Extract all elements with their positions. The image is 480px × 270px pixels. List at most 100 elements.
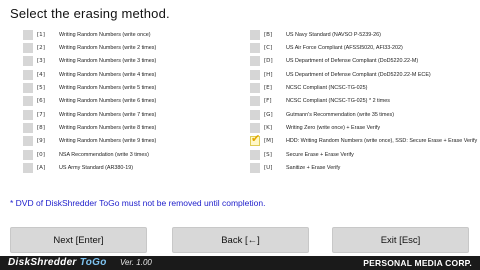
erase-option[interactable]: [8] Writing Random Numbers (write 8 times… bbox=[23, 121, 156, 134]
option-key: [8] bbox=[37, 125, 45, 132]
company-name: PERSONAL MEDIA CORP. bbox=[363, 258, 472, 268]
option-label: NCSC Compliant (NCSC-TG-025) bbox=[286, 85, 368, 92]
brand-accent: ToGo bbox=[79, 257, 107, 268]
option-label: US Department of Defense Compliant (DoD5… bbox=[286, 58, 419, 65]
option-key: [7] bbox=[37, 111, 45, 118]
erase-option[interactable]: [A] US Army Standard (AR380-19) bbox=[23, 161, 156, 174]
option-checkbox[interactable] bbox=[250, 109, 260, 120]
version-label: Ver. 1.00 bbox=[120, 258, 152, 267]
option-label: NCSC Compliant (NCSC-TG-025) * 2 times bbox=[286, 98, 390, 105]
option-checkbox[interactable] bbox=[250, 83, 260, 94]
option-checkbox[interactable] bbox=[23, 123, 33, 134]
erase-option[interactable]: [S] Secure Erase + Erase Verify bbox=[250, 148, 477, 161]
check-icon: ✔ bbox=[251, 133, 261, 146]
option-label: Writing Random Numbers (write 9 times) bbox=[59, 138, 157, 145]
option-key: [K] bbox=[264, 125, 273, 132]
erase-option[interactable]: [3] Writing Random Numbers (write 3 times… bbox=[23, 55, 156, 68]
option-key: [C] bbox=[264, 45, 273, 52]
completion-note: * DVD of DiskShredder ToGo must not be r… bbox=[10, 198, 266, 208]
erase-option[interactable]: [B] US Navy Standard (NAVSO P-5239-26) bbox=[250, 28, 477, 41]
option-checkbox[interactable] bbox=[250, 149, 260, 160]
erase-option[interactable]: [D] US Department of Defense Compliant (D… bbox=[250, 55, 477, 68]
option-key: [4] bbox=[37, 71, 45, 78]
option-key: [3] bbox=[37, 58, 45, 65]
erase-option[interactable]: [0] NSA Recommendation (write 3 times) bbox=[23, 148, 156, 161]
option-label: Writing Random Numbers (write 2 times) bbox=[59, 45, 157, 52]
erase-option[interactable]: [K] Writing Zero (write once) + Erase Ver… bbox=[250, 121, 477, 134]
option-checkbox[interactable] bbox=[23, 29, 33, 40]
option-key: [F] bbox=[264, 98, 272, 105]
page-title: Select the erasing method. bbox=[10, 6, 170, 21]
erase-option[interactable]: [9] Writing Random Numbers (write 9 times… bbox=[23, 135, 156, 148]
option-label: Writing Random Numbers (write 7 times) bbox=[59, 111, 157, 118]
erase-option[interactable]: [4] Writing Random Numbers (write 4 times… bbox=[23, 68, 156, 81]
option-checkbox[interactable] bbox=[23, 136, 33, 147]
option-key: [0] bbox=[37, 151, 45, 158]
option-label: HDD: Writing Random Numbers (write once)… bbox=[286, 138, 478, 145]
erase-option[interactable]: [1] Writing Random Numbers (write once) bbox=[23, 28, 156, 41]
next-button[interactable]: Next [Enter] bbox=[10, 227, 147, 253]
option-label: NSA Recommendation (write 3 times) bbox=[59, 151, 149, 158]
option-label: Writing Random Numbers (write 4 times) bbox=[59, 71, 157, 78]
option-label: Writing Random Numbers (write once) bbox=[59, 31, 151, 38]
erase-option[interactable]: [F] NCSC Compliant (NCSC-TG-025) * 2 time… bbox=[250, 95, 477, 108]
option-label: Writing Random Numbers (write 3 times) bbox=[59, 58, 157, 65]
option-key: [2] bbox=[37, 45, 45, 52]
option-checkbox[interactable] bbox=[23, 149, 33, 160]
erase-option[interactable]: [5] Writing Random Numbers (write 5 times… bbox=[23, 81, 156, 94]
option-checkbox[interactable] bbox=[23, 163, 33, 174]
option-key: [B] bbox=[264, 31, 273, 38]
option-key: [5] bbox=[37, 85, 45, 92]
option-checkbox[interactable] bbox=[250, 163, 260, 174]
option-label: Secure Erase + Erase Verify bbox=[286, 151, 354, 158]
option-label: Writing Random Numbers (write 6 times) bbox=[59, 98, 157, 105]
option-label: Writing Random Numbers (write 8 times) bbox=[59, 125, 157, 132]
brand-logo: DiskShredder ToGo bbox=[8, 257, 107, 268]
erase-option[interactable]: [C] US Air Force Compliant (AFSSI5020, AF… bbox=[250, 41, 477, 54]
option-checkbox[interactable] bbox=[23, 109, 33, 120]
option-checkbox[interactable] bbox=[250, 69, 260, 80]
option-checkbox[interactable] bbox=[250, 29, 260, 40]
option-key: [A] bbox=[37, 165, 46, 172]
option-checkbox[interactable]: ✔ bbox=[250, 133, 261, 147]
options-right-column: [B] US Navy Standard (NAVSO P-5239-26) [C]… bbox=[250, 28, 477, 175]
option-label: Sanitize + Erase Verify bbox=[286, 165, 341, 172]
option-key: [9] bbox=[37, 138, 45, 145]
option-label: US Air Force Compliant (AFSSI5020, AFI33… bbox=[286, 45, 403, 52]
erase-option[interactable]: [6] Writing Random Numbers (write 6 times… bbox=[23, 95, 156, 108]
option-label: US Department of Defense Compliant (DoD5… bbox=[286, 71, 431, 78]
footer-bar: DiskShredder ToGo Ver. 1.00 PERSONAL MED… bbox=[0, 256, 480, 270]
option-key: [1] bbox=[37, 31, 45, 38]
option-key: [U] bbox=[264, 165, 273, 172]
erase-option[interactable]: [H] US Department of Defense Compliant (D… bbox=[250, 68, 477, 81]
option-checkbox[interactable] bbox=[250, 56, 260, 67]
option-checkbox[interactable] bbox=[23, 69, 33, 80]
erase-option[interactable]: [2] Writing Random Numbers (write 2 times… bbox=[23, 41, 156, 54]
option-label: Writing Zero (write once) + Erase Verify bbox=[286, 125, 381, 132]
option-checkbox[interactable] bbox=[23, 43, 33, 54]
option-key: [6] bbox=[37, 98, 45, 105]
option-label: Writing Random Numbers (write 5 times) bbox=[59, 85, 157, 92]
option-label: Gutmann's Recommendation (write 35 times… bbox=[286, 111, 394, 118]
erase-option[interactable]: [7] Writing Random Numbers (write 7 times… bbox=[23, 108, 156, 121]
option-checkbox[interactable] bbox=[23, 96, 33, 107]
options-left-column: [1] Writing Random Numbers (write once) [2… bbox=[23, 28, 156, 175]
back-button[interactable]: Back [←] bbox=[172, 227, 309, 253]
erase-option[interactable]: [E] NCSC Compliant (NCSC-TG-025) bbox=[250, 81, 477, 94]
option-key: [E] bbox=[264, 85, 272, 92]
option-key: [S] bbox=[264, 151, 272, 158]
brand-main: DiskShredder bbox=[8, 257, 80, 268]
option-label: US Navy Standard (NAVSO P-5239-26) bbox=[286, 31, 381, 38]
exit-button[interactable]: Exit [Esc] bbox=[332, 227, 469, 253]
option-label: US Army Standard (AR380-19) bbox=[59, 165, 134, 172]
option-checkbox[interactable] bbox=[23, 56, 33, 67]
erase-option[interactable]: [U] Sanitize + Erase Verify bbox=[250, 161, 477, 174]
option-checkbox[interactable] bbox=[250, 123, 260, 134]
option-checkbox[interactable] bbox=[23, 83, 33, 94]
option-key: [G] bbox=[264, 111, 273, 118]
erase-option[interactable]: ✔ [M] HDD: Writing Random Numbers (write o… bbox=[250, 133, 478, 148]
option-key: [D] bbox=[264, 58, 273, 65]
erase-option[interactable]: [G] Gutmann's Recommendation (write 35 ti… bbox=[250, 108, 477, 121]
option-checkbox[interactable] bbox=[250, 96, 260, 107]
option-checkbox[interactable] bbox=[250, 43, 260, 54]
